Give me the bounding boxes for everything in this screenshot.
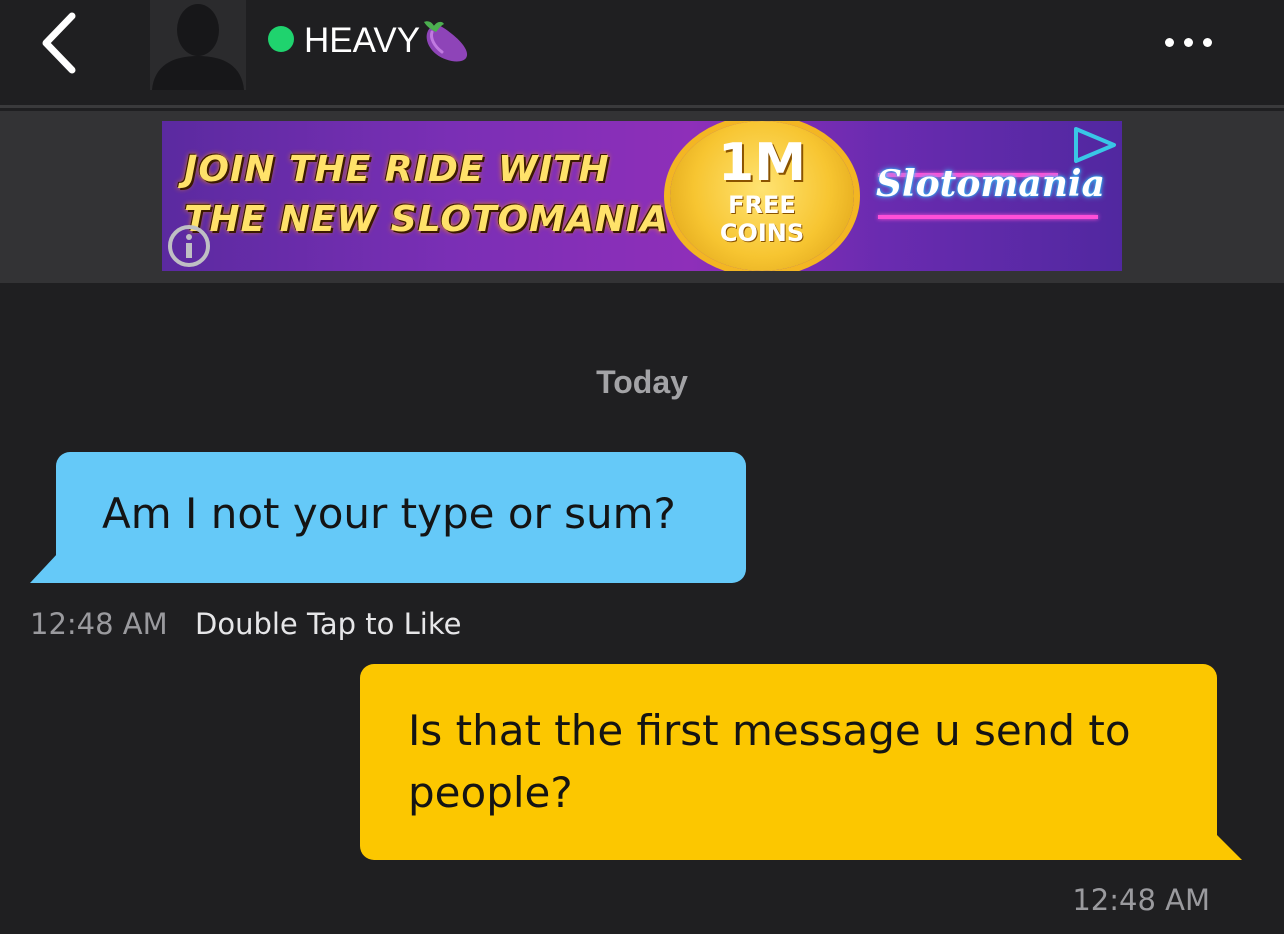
ad-coin-caption-line-1: FREE: [728, 191, 796, 219]
sent-message-bubble[interactable]: Is that the first message u send to peop…: [360, 664, 1217, 860]
ad-container: JOIN THE RIDE WITH THE NEW SLOTOMANIA 1M…: [0, 111, 1284, 283]
message-text: Am I not your type or sum?: [102, 489, 676, 538]
message-text: Is that the first message u send to peop…: [408, 706, 1131, 817]
received-message-bubble[interactable]: Am I not your type or sum?: [56, 452, 746, 583]
message-timestamp: 12:48 AM: [1072, 883, 1210, 917]
bubble-tail: [1216, 834, 1242, 860]
ad-banner[interactable]: JOIN THE RIDE WITH THE NEW SLOTOMANIA 1M…: [162, 121, 1122, 271]
online-status-dot: [268, 26, 294, 52]
date-separator: Today: [596, 364, 688, 400]
bubble-tail: [30, 553, 58, 583]
more-options-button[interactable]: [1150, 20, 1226, 64]
more-dot-icon: [1183, 37, 1193, 47]
ad-headline-line-1: JOIN THE RIDE WITH: [184, 149, 610, 190]
eggplant-emoji-icon: [424, 21, 468, 62]
info-icon[interactable]: [166, 223, 212, 269]
ad-headline: JOIN THE RIDE WITH THE NEW SLOTOMANIA: [184, 145, 669, 245]
more-dot-icon: [1164, 37, 1174, 47]
ad-brand-logo: Slotomania: [876, 163, 1105, 205]
ad-coin-graphic: 1M FREE COINS: [670, 121, 854, 271]
username-label: HEAVY: [304, 21, 421, 60]
more-dot-icon: [1202, 37, 1212, 47]
ad-neon-line: [878, 215, 1098, 219]
back-button[interactable]: [30, 10, 86, 76]
default-avatar-icon: [152, 4, 244, 90]
ad-coin-caption: FREE COINS: [670, 191, 854, 247]
ad-headline-line-2: THE NEW SLOTOMANIA: [184, 199, 670, 240]
chat-header: HEAVY: [0, 0, 1284, 108]
double-tap-like-hint[interactable]: Double Tap to Like: [195, 606, 461, 642]
profile-name[interactable]: HEAVY: [304, 18, 470, 64]
ad-choices-play-icon[interactable]: [1072, 125, 1118, 165]
chevron-left-icon: [42, 12, 76, 74]
message-timestamp: 12:48 AM: [30, 607, 168, 641]
ad-coin-caption-line-2: COINS: [719, 219, 805, 247]
ad-coin-amount: 1M: [718, 133, 806, 193]
avatar[interactable]: [150, 0, 246, 90]
